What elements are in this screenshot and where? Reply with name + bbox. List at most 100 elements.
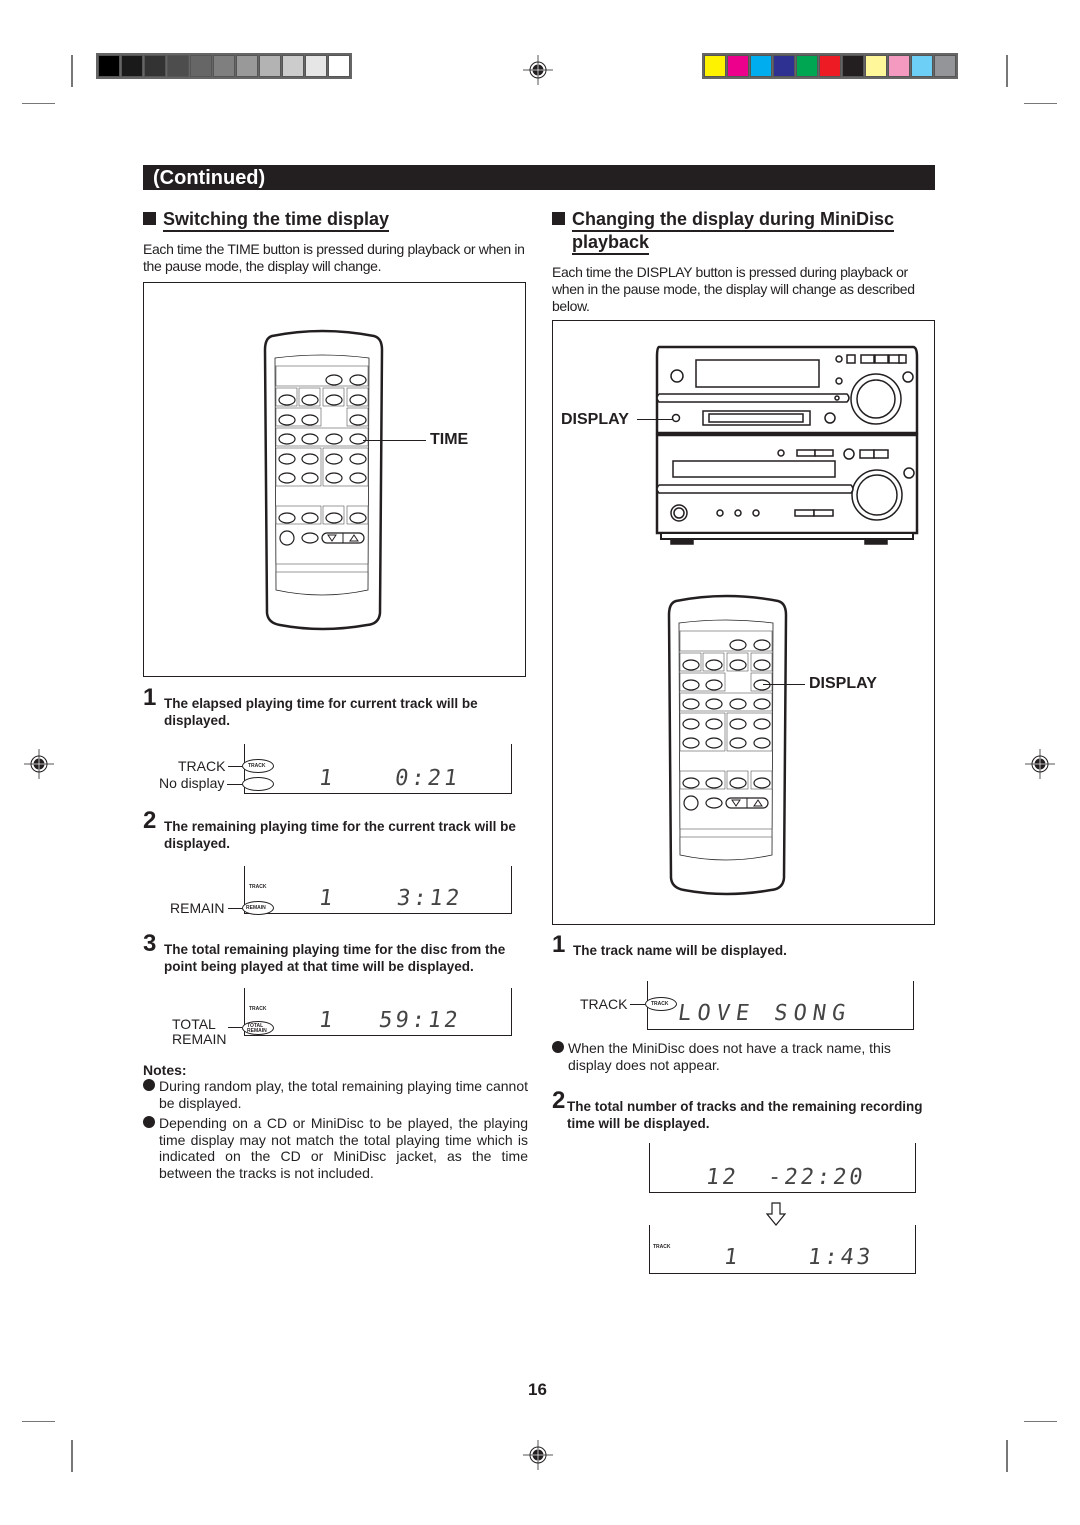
heading-text: Switching the time display — [163, 209, 390, 232]
callout-line — [363, 440, 426, 441]
step-text: The elapsed playing time for current tra… — [164, 696, 478, 728]
callout-line — [227, 784, 242, 785]
lcd-track-number: 1 — [317, 886, 338, 911]
color-swatch — [934, 55, 956, 77]
lcd-display-total-remain: TRACK 1 59:12 — [244, 988, 512, 1036]
track-indicator: TRACK — [645, 997, 677, 1011]
heading-text: Changing the display during MiniDisc — [572, 209, 895, 232]
step-text: The track name will be displayed. — [573, 943, 787, 958]
registration-mark-icon — [523, 55, 553, 85]
crop-mark — [1006, 55, 1008, 87]
remote-control-icon — [263, 329, 384, 631]
note-item: During random play, the total remaining … — [143, 1078, 528, 1111]
color-swatch — [819, 55, 841, 77]
section-heading-display-change: Changing the display during MiniDisc pla… — [552, 208, 942, 255]
color-swatch — [98, 55, 120, 77]
color-swatch — [888, 55, 910, 77]
callout-line — [630, 1004, 645, 1005]
indicator-text: TRACK — [651, 1001, 669, 1007]
step-number: 1 — [143, 684, 157, 711]
color-swatch — [305, 55, 327, 77]
banner-label: (Continued) — [153, 167, 266, 189]
left-intro: Each time the TIME button is pressed dur… — [143, 241, 525, 274]
step-number: 2 — [552, 1087, 566, 1114]
display-button-callout: DISPLAY — [561, 411, 629, 428]
note-text: Depending on a CD or MiniDisc to be play… — [159, 1115, 528, 1181]
indicator-text: REMAIN — [246, 905, 266, 911]
color-swatch — [259, 55, 281, 77]
heading-text: playback — [572, 232, 650, 255]
lcd-time: 59:12 — [377, 1008, 462, 1033]
color-swatch — [167, 55, 189, 77]
crop-mark — [22, 103, 55, 104]
lcd-track-number: 1 — [317, 766, 338, 791]
remote-display-callout: DISPLAY — [809, 675, 877, 692]
remain-indicator: REMAIN — [242, 901, 274, 915]
color-swatch — [842, 55, 864, 77]
total-remain-indicator: TOTAL REMAIN — [242, 1021, 274, 1035]
lcd-display-remain: TRACK 1 3:12 — [244, 866, 512, 914]
down-arrow-icon — [766, 1202, 786, 1226]
bullet-icon — [143, 1116, 155, 1128]
registration-mark-icon — [1025, 749, 1055, 779]
color-swatch — [911, 55, 933, 77]
page-number: 16 — [528, 1380, 547, 1399]
callout-line — [637, 419, 673, 420]
grayscale-calibration-bar — [96, 53, 352, 79]
lcd-display-track-name: LOVE SONG — [647, 981, 914, 1030]
crop-mark — [71, 55, 73, 87]
crop-mark — [71, 1440, 73, 1472]
lcd-track-number: 1 — [722, 1245, 743, 1270]
indicator-text: REMAIN — [247, 1028, 267, 1034]
lcd-track-name: LOVE SONG — [676, 1001, 853, 1026]
remote-figure-box: TIME — [143, 282, 526, 677]
callout-line — [763, 684, 805, 685]
lcd-display-total-tracks: 12 -22:20 — [649, 1143, 916, 1193]
no-display-label: No display — [159, 775, 225, 791]
time-callout-label: TIME — [430, 431, 469, 448]
color-swatch — [704, 55, 726, 77]
note-item: When the MiniDisc does not have a track … — [552, 1040, 937, 1073]
color-swatch — [282, 55, 304, 77]
step-number: 2 — [143, 807, 157, 834]
remain-label: REMAIN — [170, 900, 225, 916]
step-number: 1 — [552, 931, 566, 958]
lcd-track-number: 1 — [317, 1008, 338, 1033]
crop-mark — [22, 1421, 55, 1422]
color-swatch — [190, 55, 212, 77]
remain-label: REMAIN — [172, 1031, 227, 1047]
track-indicator: TRACK — [249, 884, 267, 890]
track-indicator: TRACK — [249, 1006, 267, 1012]
callout-line — [228, 766, 242, 767]
crop-mark — [1006, 1440, 1008, 1472]
indicator-text: TRACK — [248, 763, 266, 769]
lcd-time: 0:21 — [393, 766, 462, 791]
color-swatch — [328, 55, 350, 77]
track-indicator: TRACK — [242, 759, 274, 773]
lcd-display-elapsed: 1 0:21 — [244, 744, 512, 794]
step-text: The remaining playing time for the curre… — [164, 819, 516, 851]
step-number: 3 — [143, 930, 157, 957]
color-swatch — [750, 55, 772, 77]
note-item: Depending on a CD or MiniDisc to be play… — [143, 1115, 528, 1181]
step-text: The total remaining playing time for the… — [164, 942, 506, 974]
track-label: TRACK — [178, 758, 226, 774]
continued-banner: (Continued) — [143, 165, 935, 190]
registration-mark-icon — [24, 749, 54, 779]
total-label: TOTAL — [172, 1016, 216, 1032]
track-indicator: TRACK — [653, 1244, 671, 1250]
color-swatch — [727, 55, 749, 77]
color-swatch — [796, 55, 818, 77]
lcd-time: 1:43 — [806, 1245, 875, 1270]
lcd-time: 3:12 — [395, 886, 464, 911]
unit-figure-box: DISPLAY DISPLAY — [552, 320, 935, 925]
note-text: When the MiniDisc does not have a track … — [568, 1040, 891, 1073]
square-bullet-icon — [143, 212, 156, 225]
track-label: TRACK — [580, 996, 628, 1012]
crop-mark — [1024, 1421, 1057, 1422]
color-calibration-bar — [702, 53, 958, 79]
empty-indicator — [242, 777, 274, 791]
color-swatch — [865, 55, 887, 77]
section-heading-time-display: Switching the time display — [143, 208, 390, 232]
square-bullet-icon — [552, 212, 565, 225]
